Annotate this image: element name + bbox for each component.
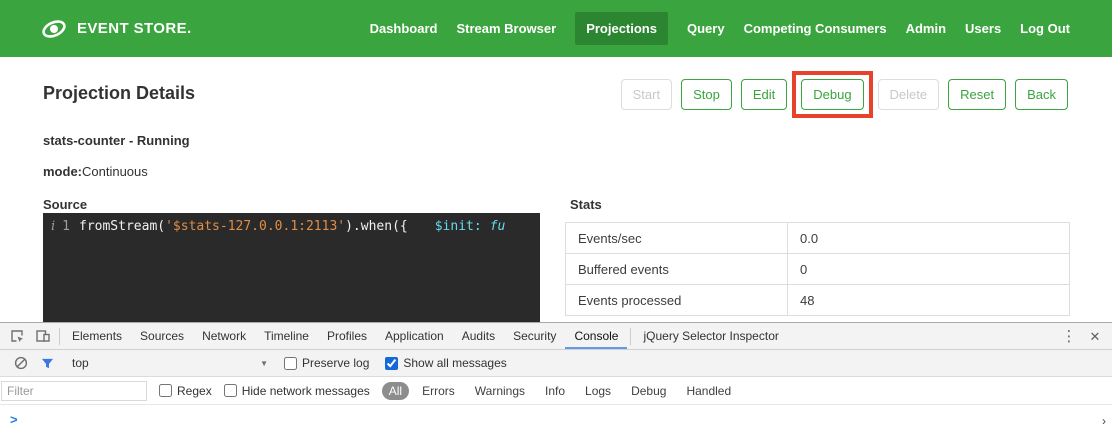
source-code-editor[interactable]: i 1 fromStream('$stats-127.0.0.1:2113').… [43,213,540,323]
top-navigation-bar: EVENT STORE. Dashboard Stream Browser Pr… [0,0,1112,57]
device-toolbar-icon[interactable] [30,323,56,349]
tab-audits[interactable]: Audits [453,324,504,349]
scroll-right-arrow-icon[interactable]: › [1102,414,1106,428]
regex-input[interactable] [159,384,172,397]
show-all-messages-input[interactable] [385,357,398,370]
level-all[interactable]: All [382,382,409,400]
level-logs[interactable]: Logs [578,382,618,400]
nav-admin[interactable]: Admin [906,12,946,45]
stat-value: 48 [788,285,1070,316]
projection-name-status: stats-counter - Running [43,133,190,148]
devtools-menu-icon[interactable]: ⋮ [1056,323,1082,349]
tab-network[interactable]: Network [193,324,255,349]
stats-heading: Stats [570,197,602,212]
projection-mode: mode:Continuous [43,164,148,179]
line-number: 1 [62,219,70,234]
editor-gutter: i 1 [43,219,79,234]
page-title: Projection Details [43,83,195,104]
separator [59,328,60,345]
code-token-keyword: fu [490,219,506,234]
stats-row-events-per-sec: Events/sec 0.0 [566,223,1070,254]
code-line: i 1 fromStream('$stats-127.0.0.1:2113').… [43,213,540,234]
filter-icon[interactable] [34,350,60,376]
start-button[interactable]: Start [621,79,672,110]
debug-button[interactable]: Debug [801,79,863,110]
source-heading: Source [43,197,87,212]
tab-profiles[interactable]: Profiles [318,324,376,349]
projection-action-buttons: Start Stop Edit Debug Delete Reset Back [621,79,1068,110]
tab-console[interactable]: Console [565,324,627,349]
stats-row-events-processed: Events processed 48 [566,285,1070,316]
code-token-key: $init: [435,219,482,234]
nav-dashboard[interactable]: Dashboard [370,12,438,45]
execution-context-selector[interactable]: top ▼ [72,356,268,370]
execution-context-value: top [72,356,89,370]
mode-label: mode: [43,164,82,179]
console-toolbar: top ▼ Preserve log Show all messages [0,350,1112,377]
edit-button[interactable]: Edit [741,79,787,110]
gutter-info-marker: i [51,219,55,234]
preserve-log-input[interactable] [284,357,297,370]
stat-label: Buffered events [566,254,788,285]
filter-input[interactable] [1,381,147,401]
level-handled[interactable]: Handled [679,382,738,400]
main-nav: Dashboard Stream Browser Projections Que… [370,12,1070,45]
eventstore-logo-icon [40,15,68,43]
inspect-element-icon[interactable] [4,323,30,349]
level-warnings[interactable]: Warnings [468,382,532,400]
reset-button[interactable]: Reset [948,79,1006,110]
regex-checkbox[interactable]: Regex [159,384,212,398]
code-text: fromStream('$stats-127.0.0.1:2113').when… [79,219,505,234]
nav-stream-browser[interactable]: Stream Browser [456,12,556,45]
mode-value: Continuous [82,164,148,179]
stats-table: Events/sec 0.0 Buffered events 0 Events … [565,222,1070,316]
stat-value: 0.0 [788,223,1070,254]
console-filter-bar: Regex Hide network messages All Errors W… [0,377,1112,405]
devtools-tabbar: Elements Sources Network Timeline Profil… [0,323,1112,350]
console-input-row[interactable]: > › [0,405,1112,440]
chevron-down-icon: ▼ [260,359,268,368]
devtools-close-icon[interactable]: ✕ [1082,323,1108,349]
tab-sources[interactable]: Sources [131,324,193,349]
devtools-panel: Elements Sources Network Timeline Profil… [0,322,1112,440]
hide-network-messages-checkbox[interactable]: Hide network messages [224,384,370,398]
tab-timeline[interactable]: Timeline [255,324,318,349]
delete-button[interactable]: Delete [878,79,940,110]
separator [630,328,631,345]
stats-row-buffered-events: Buffered events 0 [566,254,1070,285]
code-token-string: '$stats-127.0.0.1:2113' [165,219,345,234]
stat-label: Events processed [566,285,788,316]
nav-projections[interactable]: Projections [575,12,668,45]
hide-network-messages-input[interactable] [224,384,237,397]
tab-elements[interactable]: Elements [63,324,131,349]
stat-value: 0 [788,254,1070,285]
nav-log-out[interactable]: Log Out [1020,12,1070,45]
show-all-messages-label: Show all messages [403,356,506,370]
code-token-plain: ).when({ [345,219,408,234]
level-debug[interactable]: Debug [624,382,673,400]
nav-query[interactable]: Query [687,12,725,45]
regex-label: Regex [177,384,212,398]
tab-jquery-selector-inspector[interactable]: jQuery Selector Inspector [634,324,787,349]
nav-competing-consumers[interactable]: Competing Consumers [744,12,887,45]
nav-users[interactable]: Users [965,12,1001,45]
stat-label: Events/sec [566,223,788,254]
code-token-plain: fromStream( [79,219,165,234]
brand[interactable]: EVENT STORE. [40,15,192,43]
clear-console-icon[interactable] [8,350,34,376]
tab-security[interactable]: Security [504,324,565,349]
level-errors[interactable]: Errors [415,382,462,400]
brand-name: EVENT STORE. [77,20,192,37]
tab-application[interactable]: Application [376,324,453,349]
preserve-log-label: Preserve log [302,356,369,370]
console-prompt-icon: > [10,412,18,427]
show-all-messages-checkbox[interactable]: Show all messages [385,356,506,370]
stop-button[interactable]: Stop [681,79,732,110]
debug-highlight-annotation: Debug [792,71,872,118]
hide-network-messages-label: Hide network messages [242,384,370,398]
preserve-log-checkbox[interactable]: Preserve log [284,356,369,370]
level-info[interactable]: Info [538,382,572,400]
back-button[interactable]: Back [1015,79,1068,110]
